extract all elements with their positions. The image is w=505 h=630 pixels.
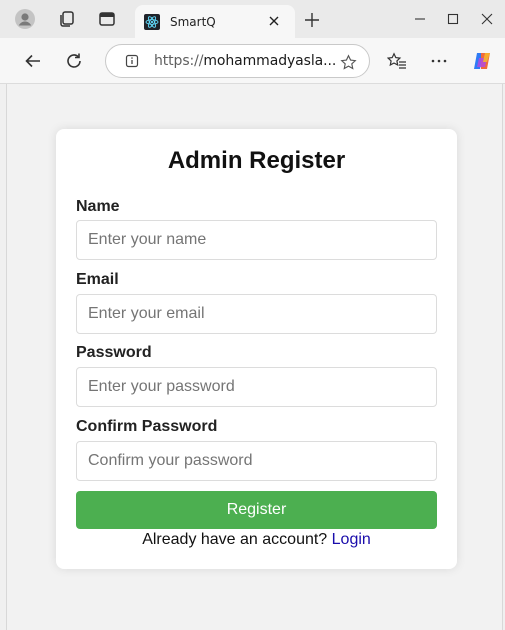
page-viewport: Admin Register Name Email Password Confi… (6, 84, 503, 630)
url-protocol: https:// (154, 53, 204, 69)
tab-title: SmartQ (170, 14, 216, 29)
minimize-icon[interactable] (407, 6, 433, 32)
copilot-icon[interactable] (470, 49, 494, 73)
collections-icon[interactable] (56, 8, 78, 30)
close-window-icon[interactable] (474, 6, 500, 32)
email-label: Email (76, 271, 119, 288)
login-prompt-text: Already have an account? (142, 531, 328, 548)
close-tab-icon[interactable] (265, 12, 283, 30)
tab-actions-icon[interactable] (96, 8, 118, 30)
browser-toolbar: https://mohammadyasla... (0, 38, 505, 84)
login-prompt: Already have an account? Login (56, 531, 457, 549)
name-label: Name (76, 198, 120, 215)
page-title: Admin Register (167, 147, 346, 174)
password-input[interactable] (76, 367, 437, 407)
url-text[interactable]: https://mohammadyasla... (154, 53, 336, 69)
register-button[interactable]: Register (76, 491, 437, 529)
react-logo-icon (144, 13, 160, 30)
confirm-password-input[interactable] (76, 441, 437, 481)
profile-icon[interactable] (14, 8, 36, 30)
refresh-icon[interactable] (62, 49, 86, 73)
back-icon[interactable] (21, 49, 45, 73)
favorite-star-icon[interactable] (339, 53, 357, 71)
new-tab-icon[interactable] (300, 8, 324, 32)
email-input[interactable] (76, 294, 437, 334)
confirm-password-label: Confirm Password (76, 418, 218, 435)
name-input[interactable] (76, 220, 437, 260)
active-tab[interactable]: SmartQ (135, 5, 295, 38)
register-card: Admin Register Name Email Password Confi… (56, 129, 457, 569)
address-bar[interactable]: https://mohammadyasla... (105, 44, 370, 78)
favorites-list-icon[interactable] (385, 49, 409, 73)
site-info-icon[interactable] (124, 53, 140, 69)
login-link[interactable]: Login (332, 531, 371, 548)
browser-titlebar: SmartQ (0, 0, 505, 38)
url-host: mohammadyasla... (203, 53, 337, 69)
maximize-icon[interactable] (440, 6, 466, 32)
password-label: Password (76, 344, 152, 361)
more-options-icon[interactable] (427, 49, 451, 73)
